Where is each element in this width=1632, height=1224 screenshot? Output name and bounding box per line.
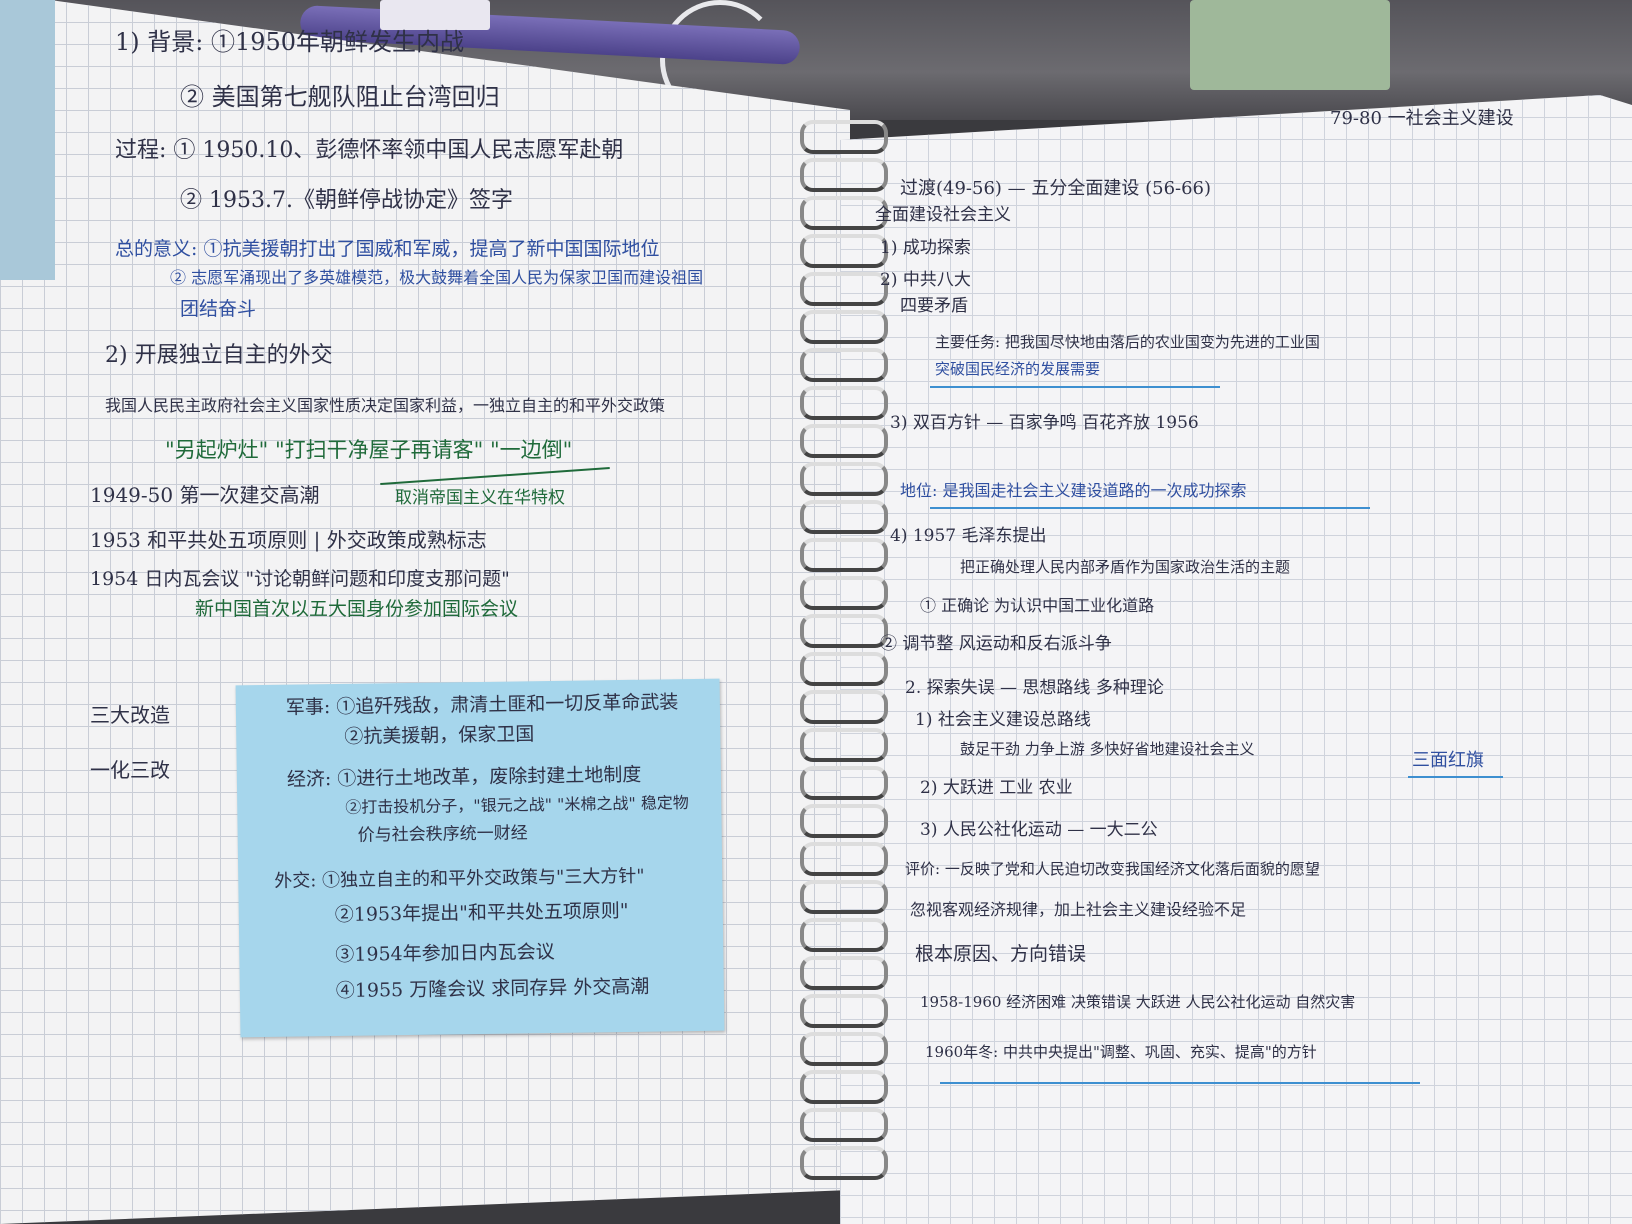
spiral-ring [800,1146,888,1180]
spiral-ring [800,880,888,914]
spiral-ring [800,918,888,952]
left-line: 总的意义: ①抗美援朝打出了国威和军威，提高了新中国国际地位 [115,238,660,260]
right-line: 1958-1960 经济困难 决策错误 大跃进 人民公社化运动 自然灾害 [920,993,1356,1011]
spiral-ring [800,690,888,724]
spiral-ring [800,1070,888,1104]
spiral-ring [800,576,888,610]
spiral-ring [800,804,888,838]
spiral-ring [800,538,888,572]
spiral-binding [800,120,890,1200]
right-line: 忽视客观经济规律，加上社会主义建设经验不足 [910,900,1247,919]
sticky-line: 军事: ①追歼残敌，肃清土匪和一切反革命武装 [285,691,679,719]
left-line: 取消帝国主义在华特权 [395,488,565,508]
right-line: 主要任务: 把我国尽快地由落后的农业国变为先进的工业国 [935,333,1320,351]
spiral-ring [800,728,888,762]
sticky-line: 经济: ①进行土地改革，废除封建土地制度 [286,763,642,791]
left-line: 1949-50 第一次建交高潮 [90,483,320,507]
sticky-line: 外交: ①独立自主的和平外交政策与"三大方针" [274,865,645,892]
right-line: 地位: 是我国走社会主义建设道路的一次成功探索 [900,481,1247,500]
sticky-line: ④1955 万隆会议 求同存异 外交高潮 [335,975,650,1003]
right-line: 1) 成功探索 [880,238,971,258]
right-line: 2. 探索失误 — 思想路线 多种理论 [905,678,1164,698]
left-line: 团结奋斗 [180,298,257,320]
spiral-ring [800,424,888,458]
spiral-ring [800,652,888,686]
sticky-line: ③1954年参加日内瓦会议 [335,940,555,967]
pen-barcode-label [380,0,490,30]
right-line: 四要矛盾 [900,296,968,316]
left-line: ② 志愿军涌现出了多英雄模范，极大鼓舞着全国人民为保家卫国而建设祖国 [170,268,704,287]
left-line: 1954 日内瓦会议 "讨论朝鲜问题和印度支那问题" [90,568,510,590]
right-line: 79-80 一社会主义建设 [1330,108,1514,129]
spiral-ring [800,158,888,192]
spiral-ring [800,234,888,268]
spiral-ring [800,120,888,154]
right-line: 三面红旗 [1412,750,1484,771]
spiral-ring [800,994,888,1028]
blue-underline [930,507,1370,509]
right-line: ① 正确论 为认识中国工业化道路 [920,596,1155,615]
right-line: 3) 人民公社化运动 — 一大二公 [920,820,1158,840]
spiral-ring [800,956,888,990]
right-line: 全面建设社会主义 [875,205,1011,225]
blue-underline [1408,776,1503,778]
left-line: 1953 和平共处五项原则 | 外交政策成熟标志 [90,528,487,552]
left-line: 过程: ① 1950.10、彭德怀率领中国人民志愿军赴朝 [115,138,624,163]
right-line: 把正确处理人民内部矛盾作为国家政治生活的主题 [960,558,1291,576]
blue-underline [930,386,1220,388]
spiral-ring [800,462,888,496]
right-line: 2) 中共八大 [880,270,971,290]
right-line: 突破国民经济的发展需要 [935,360,1101,378]
left-line: 我国人民民主政府社会主义国家性质决定国家利益，一独立自主的和平外交政策 [105,396,666,415]
right-line: 2) 大跃进 工业 农业 [920,778,1073,798]
sticky-line: 价与社会秩序统一财经 [357,823,528,846]
sticky-line: ②1953年提出"和平共处五项原则" [334,899,629,927]
left-line: 1) 背景: ①1950年朝鲜发生内战 [115,28,465,56]
spiral-ring [800,614,888,648]
right-line: 1) 社会主义建设总路线 [915,710,1091,730]
left-line: 2) 开展独立自主的外交 [105,343,333,368]
left-line: "另起炉灶" "打扫干净屋子再请客" "一边倒" [165,438,573,462]
blue-edge-strip [0,0,55,280]
right-line: 4) 1957 毛泽东提出 [890,526,1047,546]
left-line: 三大改造 [90,703,170,727]
left-line: ② 1953.7.《朝鲜停战协定》签字 [180,188,513,213]
right-line: 鼓足干劲 力争上游 多快好省地建设社会主义 [960,740,1255,758]
left-line: ② 美国第七舰队阻止台湾回归 [180,83,500,111]
right-line: 根本原因、方向错误 [915,943,1087,965]
sticky-line: ②抗美援朝，保家卫国 [344,723,535,748]
right-line: ② 调节整 风运动和反右派斗争 [880,634,1112,654]
spiral-ring [800,1108,888,1142]
spiral-ring [800,842,888,876]
spiral-ring [800,766,888,800]
spiral-ring [800,348,888,382]
right-line: 1960年冬: 中共中央提出"调整、巩固、充实、提高"的方针 [925,1043,1317,1061]
spiral-ring [800,1032,888,1066]
right-line: 3) 双百方针 — 百家争鸣 百花齐放 1956 [890,413,1199,433]
spiral-ring [800,310,888,344]
right-line: 评价: 一反映了党和人民迫切改变我国经济文化落后面貌的愿望 [905,860,1320,878]
right-line: 过渡(49-56) — 五分全面建设 (56-66) [900,178,1212,199]
left-line: 新中国首次以五大国身份参加国际会议 [195,598,519,620]
blue-underline [940,1082,1420,1084]
sticky-note: 军事: ①追歼残敌，肃清土匪和一切反革命武装 ②抗美援朝，保家卫国 经济: ①进… [235,678,725,1038]
green-container [1190,0,1390,90]
sticky-line: ②打击投机分子，"银元之战" "米棉之战" 稳定物 [345,793,690,817]
spiral-ring [800,500,888,534]
spiral-ring [800,272,888,306]
spiral-ring [800,386,888,420]
left-line: 一化三改 [90,758,170,782]
